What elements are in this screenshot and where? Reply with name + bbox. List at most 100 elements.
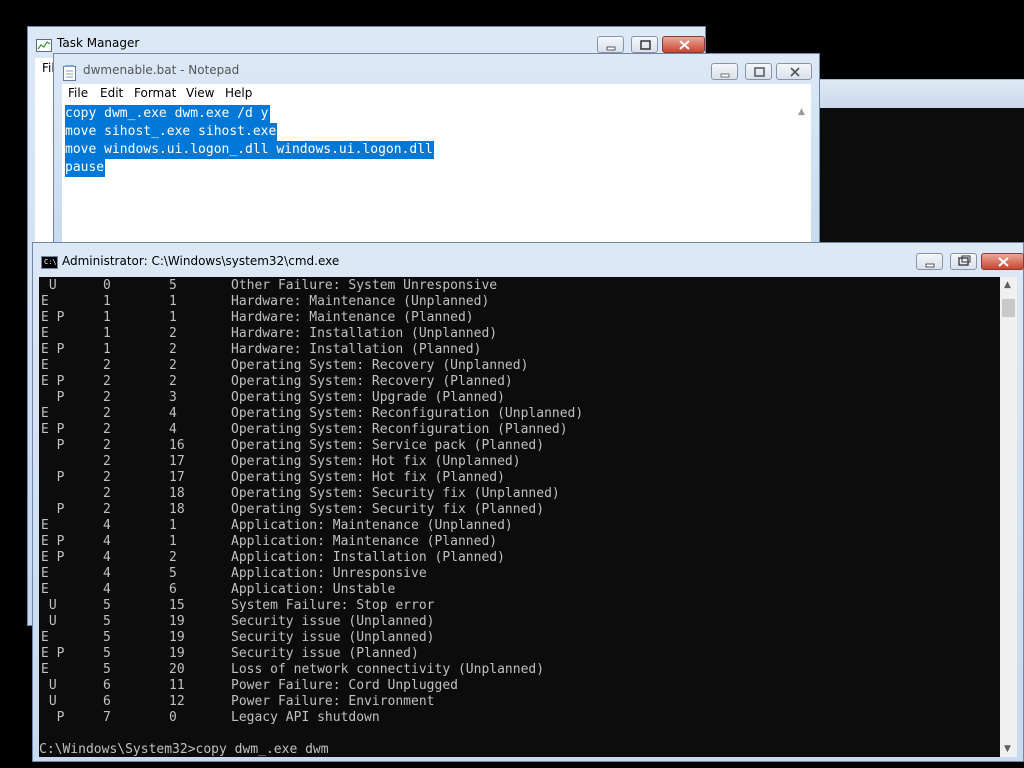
- console-cell-flags: E: [41, 358, 49, 373]
- console-cell-flags: P: [41, 438, 65, 453]
- console-cell-major: 5: [103, 630, 111, 645]
- console-cell-flags: E P: [41, 646, 65, 661]
- console-cell-desc: Hardware: Installation (Unplanned): [231, 326, 498, 341]
- maximize-icon: [640, 40, 651, 50]
- console-cell-minor: 2: [169, 374, 177, 389]
- console-cell-desc: Security issue (Planned): [231, 646, 419, 661]
- console-cell-minor: 2: [169, 358, 177, 373]
- console-cell-desc: Operating System: Reconfiguration (Unpla…: [231, 406, 584, 421]
- maximize-icon: [958, 255, 971, 266]
- close-icon: [790, 67, 800, 77]
- console-cell-flags: U: [41, 694, 57, 709]
- console-cell-minor: 4: [169, 406, 177, 421]
- minimize-icon: [606, 46, 616, 51]
- console-cell-minor: 17: [169, 470, 185, 485]
- console-cell-minor: 20: [169, 662, 185, 677]
- console-cell-minor: 5: [169, 278, 177, 293]
- console-cell-flags: E: [41, 630, 49, 645]
- cmd-minimize-button[interactable]: [916, 253, 943, 270]
- background-window[interactable]: [812, 79, 1024, 249]
- menu-view[interactable]: View: [186, 86, 214, 100]
- minimize-button[interactable]: [597, 36, 624, 53]
- console-cell-flags: E: [41, 518, 49, 533]
- console-cell-major: 2: [103, 486, 111, 501]
- notepad-scrollbar[interactable]: ▲: [794, 103, 811, 252]
- menu-file[interactable]: File: [68, 86, 88, 100]
- notepad-title: dwmenable.bat - Notepad: [83, 63, 240, 77]
- console-cell-major: 7: [103, 710, 111, 725]
- console-cell-desc: Operating System: Service pack (Planned): [231, 438, 545, 453]
- console-cell-desc: Operating System: Hot fix (Unplanned): [231, 454, 521, 469]
- console-cell-major: 2: [103, 374, 111, 389]
- scroll-thumb[interactable]: [1002, 299, 1015, 317]
- console-cell-minor: 5: [169, 566, 177, 581]
- console-cell-minor: 19: [169, 630, 185, 645]
- cmd-titlebar[interactable]: C:\ Administrator: C:\Windows\system32\c…: [33, 243, 1024, 273]
- console-cell-desc: Loss of network connectivity (Unplanned): [231, 662, 545, 677]
- console-cell-desc: Operating System: Hot fix (Planned): [231, 470, 505, 485]
- console-cell-desc: Application: Maintenance (Planned): [231, 534, 498, 549]
- console-cell-desc: Application: Maintenance (Unplanned): [231, 518, 513, 533]
- console-cell-major: 6: [103, 678, 111, 693]
- cmd-close-button[interactable]: [981, 253, 1024, 270]
- console-cell-flags: E: [41, 582, 49, 597]
- cmd-scrollbar[interactable]: ▲ ▼: [1000, 277, 1017, 757]
- console-cell-minor: 4: [169, 422, 177, 437]
- scroll-up-arrow-icon[interactable]: ▲: [1004, 280, 1011, 290]
- console-cell-major: 2: [103, 422, 111, 437]
- close-button[interactable]: [662, 36, 705, 53]
- console-cell-minor: 0: [169, 710, 177, 725]
- maximize-button[interactable]: [631, 36, 658, 53]
- console-cell-minor: 1: [169, 294, 177, 309]
- cmd-console[interactable]: U 0 5 Other Failure: System Unresponsive E 1 1…: [39, 277, 1000, 757]
- menu-format[interactable]: Format: [134, 86, 176, 100]
- menu-help[interactable]: Help: [225, 86, 252, 100]
- console-cell-flags: E P: [41, 422, 65, 437]
- console-cell-major: 0: [103, 278, 111, 293]
- console-cell-desc: Operating System: Security fix (Planned): [231, 502, 545, 517]
- console-cell-minor: 2: [169, 342, 177, 357]
- scroll-down-arrow-icon[interactable]: ▼: [1004, 744, 1011, 754]
- command-prompt[interactable]: C:\Windows\System32>copy dwm_.exe dwm: [39, 742, 329, 757]
- console-cell-minor: 1: [169, 518, 177, 533]
- console-cell-minor: 15: [169, 598, 185, 613]
- console-cell-minor: 2: [169, 326, 177, 341]
- notepad-maximize-button[interactable]: [745, 63, 772, 80]
- scroll-up-arrow-icon[interactable]: ▲: [798, 107, 805, 117]
- console-cell-minor: 18: [169, 502, 185, 517]
- editor-line: move windows.ui.logon_.dll windows.ui.lo…: [65, 141, 434, 159]
- console-cell-minor: 19: [169, 646, 185, 661]
- console-cell-minor: 11: [169, 678, 185, 693]
- close-icon: [679, 40, 690, 50]
- console-cell-desc: Hardware: Maintenance (Unplanned): [231, 294, 490, 309]
- editor-line: copy dwm_.exe dwm.exe /d y: [65, 105, 270, 123]
- console-cell-desc: Operating System: Upgrade (Planned): [231, 390, 505, 405]
- cmd-maximize-button[interactable]: [950, 253, 977, 270]
- notepad-window[interactable]: dwmenable.bat - Notepad File Edit Format…: [53, 53, 820, 253]
- console-cell-minor: 17: [169, 454, 185, 469]
- console-cell-minor: 12: [169, 694, 185, 709]
- background-window-titlebar[interactable]: [812, 79, 1024, 108]
- console-cell-flags: P: [41, 470, 65, 485]
- console-cell-major: 5: [103, 662, 111, 677]
- console-cell-major: 1: [103, 342, 111, 357]
- console-cell-major: 2: [103, 358, 111, 373]
- console-cell-major: 5: [103, 614, 111, 629]
- console-cell-desc: System Failure: Stop error: [231, 598, 435, 613]
- notepad-menubar: File Edit Format View Help: [62, 84, 811, 103]
- notepad-minimize-button[interactable]: [711, 63, 738, 80]
- cmd-window[interactable]: C:\ Administrator: C:\Windows\system32\c…: [32, 242, 1024, 762]
- menu-edit[interactable]: Edit: [100, 86, 123, 100]
- console-cell-desc: Legacy API shutdown: [231, 710, 380, 725]
- notepad-titlebar[interactable]: dwmenable.bat - Notepad: [54, 54, 819, 84]
- notepad-editor[interactable]: copy dwm_.exe dwm.exe /d y move sihost_.…: [62, 103, 811, 252]
- console-cell-major: 5: [103, 598, 111, 613]
- console-cell-flags: E P: [41, 374, 65, 389]
- notepad-close-button[interactable]: [776, 63, 812, 80]
- console-cell-desc: Hardware: Installation (Planned): [231, 342, 482, 357]
- notepad-icon: [63, 65, 76, 81]
- console-cell-major: 2: [103, 406, 111, 421]
- console-cell-desc: Other Failure: System Unresponsive: [231, 278, 498, 293]
- console-cell-flags: E: [41, 294, 49, 309]
- console-cell-major: 2: [103, 470, 111, 485]
